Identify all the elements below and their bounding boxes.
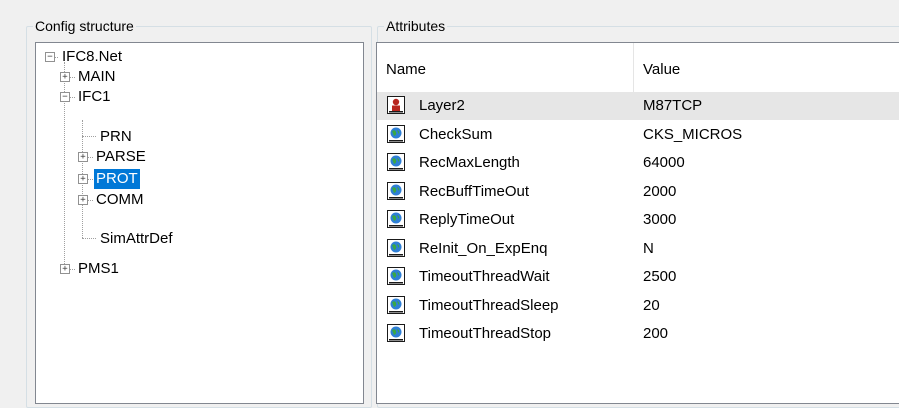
- attribute-name: TimeoutThreadWait: [419, 268, 550, 285]
- tree-item-label: IFC1: [78, 88, 111, 105]
- attributes-title: Attributes: [384, 17, 448, 35]
- attribute-name: TimeoutThreadStop: [419, 325, 552, 342]
- tree-item-prn[interactable]: PRN: [36, 127, 356, 147]
- globe-attribute-icon: [387, 238, 405, 257]
- attribute-value[interactable]: 200: [643, 320, 668, 348]
- expand-icon[interactable]: +: [78, 174, 88, 184]
- config-tree[interactable]: − IFC8.Net + MAIN − IFC1 PRN + PARSE + P…: [35, 42, 364, 404]
- attribute-row[interactable]: TimeoutThreadWait 2500: [377, 263, 899, 291]
- expand-icon[interactable]: +: [78, 195, 88, 205]
- tree-item-pms1[interactable]: + PMS1: [36, 259, 356, 279]
- attribute-value[interactable]: CKS_MICROS: [643, 121, 742, 149]
- globe-attribute-icon: [387, 267, 405, 285]
- attribute-name: CheckSum: [419, 125, 493, 143]
- globe-attribute-icon: [387, 210, 405, 228]
- globe-attribute-icon: [387, 295, 405, 314]
- attribute-name: Layer2: [419, 97, 465, 114]
- attribute-row[interactable]: Layer2 M87TCP: [377, 92, 899, 120]
- collapse-icon[interactable]: −: [60, 92, 70, 102]
- tree-item-parse[interactable]: + PARSE: [36, 147, 356, 167]
- tree-item-label: PRN: [100, 128, 132, 145]
- attribute-name: ReplyTimeOut: [419, 211, 515, 228]
- globe-attribute-icon: [387, 181, 405, 200]
- user-attribute-icon: [387, 96, 405, 114]
- attribute-row[interactable]: TimeoutThreadSleep 20: [377, 292, 899, 320]
- attribute-row[interactable]: CheckSum CKS_MICROS: [377, 121, 899, 149]
- expand-icon[interactable]: +: [60, 264, 70, 274]
- tree-item-label-selected: PROT: [94, 169, 140, 189]
- tree-item-main[interactable]: + MAIN: [36, 67, 356, 87]
- tree-item-simattrdef[interactable]: SimAttrDef: [36, 229, 356, 249]
- attributes-list[interactable]: Name Value Layer2 M87TCP CheckSum CKS_MICRO…: [376, 42, 899, 404]
- attribute-row[interactable]: RecBuffTimeOut 2000: [377, 178, 899, 206]
- column-header-name[interactable]: Name: [377, 43, 633, 97]
- tree-item-ifc1[interactable]: − IFC1: [36, 87, 356, 107]
- attribute-value[interactable]: 20: [643, 292, 660, 320]
- tree-item-label: COMM: [96, 191, 144, 208]
- tree-item-prot[interactable]: + PROT: [36, 169, 356, 189]
- tree-item-root[interactable]: − IFC8.Net: [36, 47, 356, 67]
- expand-icon[interactable]: +: [78, 152, 88, 162]
- attribute-row[interactable]: ReplyTimeOut 3000: [377, 206, 899, 234]
- attribute-name: TimeoutThreadSleep: [419, 296, 559, 314]
- attribute-row[interactable]: TimeoutThreadStop 200: [377, 320, 899, 348]
- attribute-row[interactable]: RecMaxLength 64000: [377, 149, 899, 177]
- attribute-row[interactable]: ReInit_On_ExpEnq N: [377, 235, 899, 263]
- column-header-value[interactable]: Value: [634, 43, 899, 97]
- tree-item-label: PMS1: [78, 260, 119, 277]
- config-structure-title: Config structure: [33, 17, 136, 35]
- attribute-value[interactable]: 3000: [643, 206, 676, 234]
- expand-icon[interactable]: +: [60, 72, 70, 82]
- attribute-name: RecMaxLength: [419, 154, 520, 171]
- tree-item-comm[interactable]: + COMM: [36, 190, 356, 210]
- attribute-value[interactable]: M87TCP: [643, 92, 702, 120]
- attribute-value[interactable]: 2500: [643, 263, 676, 291]
- globe-attribute-icon: [387, 324, 405, 342]
- collapse-icon[interactable]: −: [45, 52, 55, 62]
- attribute-value[interactable]: 2000: [643, 178, 676, 206]
- tree-item-label: PARSE: [96, 148, 146, 165]
- attribute-value[interactable]: 64000: [643, 149, 685, 177]
- tree-item-label: MAIN: [78, 68, 116, 85]
- tree-item-label: SimAttrDef: [100, 230, 173, 247]
- globe-attribute-icon: [387, 153, 405, 171]
- attribute-name: RecBuffTimeOut: [419, 182, 530, 200]
- tree-item-label: IFC8.Net: [62, 48, 123, 65]
- attribute-value[interactable]: N: [643, 235, 654, 263]
- globe-attribute-icon: [387, 124, 405, 143]
- list-header: Name Value: [377, 43, 899, 97]
- attribute-name: ReInit_On_ExpEnq: [419, 239, 548, 257]
